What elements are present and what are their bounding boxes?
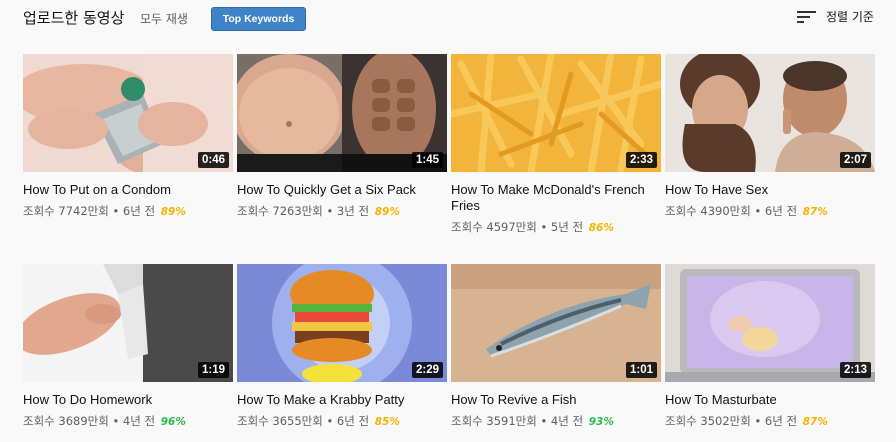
video-stats: 조회수 3591만회 • 4년 전 [451,414,584,428]
video-stats: 조회수 4390만회 • 6년 전 [665,204,798,218]
video-thumbnail[interactable]: 1:45 [237,54,447,172]
video-title[interactable]: How To Masturbate [665,392,875,408]
rating-percent: 87% [802,416,828,428]
play-all-link[interactable]: 모두 재생 [140,10,188,27]
video-meta: 조회수 4390만회 • 6년 전 87% [665,204,875,219]
video-title[interactable]: How To Put on a Condom [23,182,233,198]
section-title: 업로드한 동영상 [23,9,125,27]
video-meta: 조회수 7263만회 • 3년 전 89% [237,204,447,219]
video-card[interactable]: 2:07 How To Have Sex 조회수 4390만회 • 6년 전 8… [665,54,875,219]
video-duration: 2:13 [839,362,871,378]
rating-percent: 93% [588,416,614,428]
video-meta: 조회수 4597만회 • 5년 전 86% [451,220,661,235]
video-duration: 1:01 [625,362,657,378]
video-title[interactable]: How To Quickly Get a Six Pack [237,182,447,198]
video-meta: 조회수 7742만회 • 6년 전 89% [23,204,233,219]
video-card[interactable]: 1:45 How To Quickly Get a Six Pack 조회수 7… [237,54,447,219]
top-keywords-button[interactable]: Top Keywords [211,7,306,31]
video-meta: 조회수 3502만회 • 6년 전 87% [665,414,875,429]
video-thumbnail[interactable]: 2:07 [665,54,875,172]
video-card[interactable]: 1:01 How To Revive a Fish 조회수 3591만회 • 4… [451,264,661,429]
video-title[interactable]: How To Have Sex [665,182,875,198]
video-thumbnail[interactable]: 1:01 [451,264,661,382]
video-card[interactable]: 2:29 How To Make a Krabby Patty 조회수 3655… [237,264,447,429]
video-title[interactable]: How To Make McDonald's French Fries [451,182,661,214]
sort-label: 정렬 기준 [826,10,874,24]
video-card[interactable]: 0:46 How To Put on a Condom 조회수 7742만회 •… [23,54,233,219]
video-thumbnail[interactable]: 1:19 [23,264,233,382]
video-card[interactable]: 2:33 How To Make McDonald's French Fries… [451,54,661,235]
video-thumbnail[interactable]: 0:46 [23,54,233,172]
video-duration: 0:46 [197,152,229,168]
video-stats: 조회수 3655만회 • 6년 전 [237,414,370,428]
video-duration: 1:45 [411,152,443,168]
rating-percent: 86% [588,222,614,234]
rating-percent: 89% [160,206,186,218]
video-duration: 2:33 [625,152,657,168]
video-stats: 조회수 3502만회 • 6년 전 [665,414,798,428]
sort-icon [797,10,816,23]
video-duration: 2:07 [839,152,871,168]
video-duration: 2:29 [411,362,443,378]
rating-percent: 96% [160,416,186,428]
video-meta: 조회수 3655만회 • 6년 전 85% [237,414,447,429]
rating-percent: 89% [374,206,400,218]
video-meta: 조회수 3591만회 • 4년 전 93% [451,414,661,429]
video-thumbnail[interactable]: 2:13 [665,264,875,382]
video-stats: 조회수 7263만회 • 3년 전 [237,204,370,218]
video-title[interactable]: How To Make a Krabby Patty [237,392,447,408]
video-title[interactable]: How To Revive a Fish [451,392,661,408]
video-card[interactable]: 2:13 How To Masturbate 조회수 3502만회 • 6년 전… [665,264,875,429]
video-thumbnail[interactable]: 2:33 [451,54,661,172]
rating-percent: 85% [374,416,400,428]
video-thumbnail[interactable]: 2:29 [237,264,447,382]
video-duration: 1:19 [197,362,229,378]
video-stats: 조회수 3689만회 • 4년 전 [23,414,156,428]
sort-button[interactable]: 정렬 기준 [797,8,874,25]
video-stats: 조회수 7742만회 • 6년 전 [23,204,156,218]
video-meta: 조회수 3689만회 • 4년 전 96% [23,414,233,429]
rating-percent: 87% [802,206,828,218]
section-header: 업로드한 동영상 모두 재생 Top Keywords 정렬 기준 [0,0,896,40]
video-stats: 조회수 4597만회 • 5년 전 [451,220,584,234]
video-title[interactable]: How To Do Homework [23,392,233,408]
video-card[interactable]: 1:19 How To Do Homework 조회수 3689만회 • 4년 … [23,264,233,429]
